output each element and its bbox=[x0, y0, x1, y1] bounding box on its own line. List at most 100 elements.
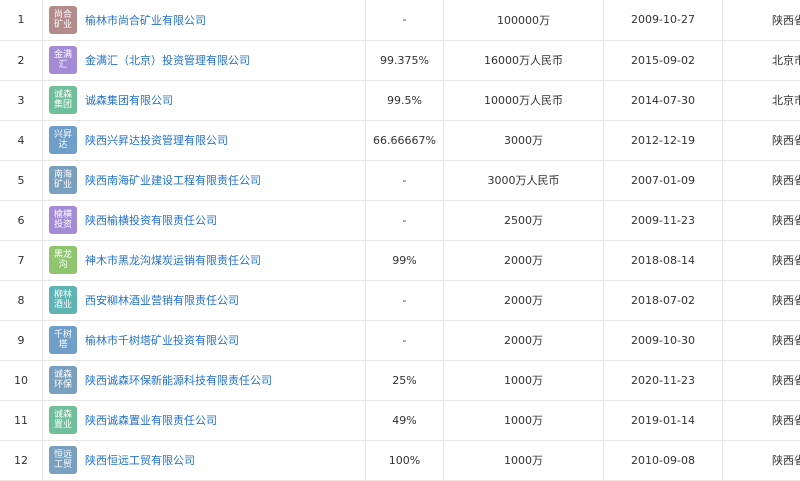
row-index: 7 bbox=[0, 240, 43, 281]
share-ratio: - bbox=[365, 200, 444, 241]
company-name-link[interactable]: 榆林市尚合矿业有限公司 bbox=[85, 12, 206, 28]
company-cell: 黑龙沟 神木市黑龙沟煤炭运销有限责任公司 bbox=[42, 240, 366, 281]
table-body: 1 尚合矿业 榆林市尚合矿业有限公司 - 100000万 2009-10-27 … bbox=[0, 0, 800, 481]
established-date: 2018-07-02 bbox=[603, 280, 723, 321]
share-ratio: 99.5% bbox=[365, 80, 444, 121]
share-ratio: 99.375% bbox=[365, 40, 444, 81]
company-logo: 诚森集团 bbox=[49, 86, 77, 114]
investment-table: 1 尚合矿业 榆林市尚合矿业有限公司 - 100000万 2009-10-27 … bbox=[0, 0, 800, 481]
company-logo: 恒远工贸 bbox=[49, 446, 77, 474]
company-cell: 金满汇 金满汇（北京）投资管理有限公司 bbox=[42, 40, 366, 81]
registered-capital: 2000万 bbox=[443, 320, 604, 361]
company-logo: 诚森环保 bbox=[49, 366, 77, 394]
share-ratio: 99% bbox=[365, 240, 444, 281]
company-logo: 千树塔 bbox=[49, 326, 77, 354]
company-cell: 千树塔 榆林市千树塔矿业投资有限公司 bbox=[42, 320, 366, 361]
registered-capital: 1000万 bbox=[443, 360, 604, 401]
company-logo: 榆横投资 bbox=[49, 206, 77, 234]
province: 陕西省 bbox=[722, 320, 800, 361]
row-index: 9 bbox=[0, 320, 43, 361]
row-index: 4 bbox=[0, 120, 43, 161]
table-row: 9 千树塔 榆林市千树塔矿业投资有限公司 - 2000万 2009-10-30 … bbox=[0, 320, 800, 361]
share-ratio: - bbox=[365, 320, 444, 361]
company-name-link[interactable]: 神木市黑龙沟煤炭运销有限责任公司 bbox=[85, 252, 261, 268]
company-cell: 尚合矿业 榆林市尚合矿业有限公司 bbox=[42, 0, 366, 41]
company-cell: 诚森置业 陕西诚森置业有限责任公司 bbox=[42, 400, 366, 441]
province: 陕西省 bbox=[722, 280, 800, 321]
registered-capital: 1000万 bbox=[443, 400, 604, 441]
share-ratio: 49% bbox=[365, 400, 444, 441]
company-name-link[interactable]: 陕西诚森置业有限责任公司 bbox=[85, 412, 217, 428]
row-index: 1 bbox=[0, 0, 43, 41]
company-cell: 诚森集团 诚森集团有限公司 bbox=[42, 80, 366, 121]
company-name-link[interactable]: 诚森集团有限公司 bbox=[85, 92, 173, 108]
share-ratio: - bbox=[365, 0, 444, 41]
row-index: 8 bbox=[0, 280, 43, 321]
row-index: 2 bbox=[0, 40, 43, 81]
table-row: 4 兴昇达 陕西兴昇达投资管理有限公司 66.66667% 3000万 2012… bbox=[0, 120, 800, 161]
province: 陕西省 bbox=[722, 400, 800, 441]
share-ratio: 100% bbox=[365, 440, 444, 481]
established-date: 2014-07-30 bbox=[603, 80, 723, 121]
company-name-link[interactable]: 陕西南海矿业建设工程有限责任公司 bbox=[85, 172, 261, 188]
registered-capital: 3000万人民币 bbox=[443, 160, 604, 201]
company-cell: 恒远工贸 陕西恒远工贸有限公司 bbox=[42, 440, 366, 481]
registered-capital: 3000万 bbox=[443, 120, 604, 161]
table-row: 10 诚森环保 陕西诚森环保新能源科技有限责任公司 25% 1000万 2020… bbox=[0, 360, 800, 401]
company-cell: 兴昇达 陕西兴昇达投资管理有限公司 bbox=[42, 120, 366, 161]
registered-capital: 2000万 bbox=[443, 280, 604, 321]
established-date: 2020-11-23 bbox=[603, 360, 723, 401]
company-logo: 黑龙沟 bbox=[49, 246, 77, 274]
province: 陕西省 bbox=[722, 240, 800, 281]
company-name-link[interactable]: 陕西兴昇达投资管理有限公司 bbox=[85, 132, 228, 148]
established-date: 2019-01-14 bbox=[603, 400, 723, 441]
company-logo: 金满汇 bbox=[49, 46, 77, 74]
company-name-link[interactable]: 金满汇（北京）投资管理有限公司 bbox=[85, 52, 250, 68]
company-cell: 柳林酒业 西安柳林酒业营销有限责任公司 bbox=[42, 280, 366, 321]
province: 北京市 bbox=[722, 80, 800, 121]
province: 陕西省 bbox=[722, 200, 800, 241]
table-row: 1 尚合矿业 榆林市尚合矿业有限公司 - 100000万 2009-10-27 … bbox=[0, 0, 800, 41]
table-row: 11 诚森置业 陕西诚森置业有限责任公司 49% 1000万 2019-01-1… bbox=[0, 400, 800, 441]
table-row: 3 诚森集团 诚森集团有限公司 99.5% 10000万人民币 2014-07-… bbox=[0, 80, 800, 121]
province: 陕西省 bbox=[722, 440, 800, 481]
table-row: 5 南海矿业 陕西南海矿业建设工程有限责任公司 - 3000万人民币 2007-… bbox=[0, 160, 800, 201]
share-ratio: - bbox=[365, 280, 444, 321]
row-index: 11 bbox=[0, 400, 43, 441]
share-ratio: - bbox=[365, 160, 444, 201]
row-index: 12 bbox=[0, 440, 43, 481]
row-index: 3 bbox=[0, 80, 43, 121]
established-date: 2009-10-30 bbox=[603, 320, 723, 361]
company-name-link[interactable]: 西安柳林酒业营销有限责任公司 bbox=[85, 292, 239, 308]
share-ratio: 25% bbox=[365, 360, 444, 401]
company-name-link[interactable]: 陕西恒远工贸有限公司 bbox=[85, 452, 195, 468]
registered-capital: 2500万 bbox=[443, 200, 604, 241]
province: 陕西省 bbox=[722, 0, 800, 41]
established-date: 2009-11-23 bbox=[603, 200, 723, 241]
established-date: 2009-10-27 bbox=[603, 0, 723, 41]
share-ratio: 66.66667% bbox=[365, 120, 444, 161]
company-logo: 南海矿业 bbox=[49, 166, 77, 194]
established-date: 2018-08-14 bbox=[603, 240, 723, 281]
province: 陕西省 bbox=[722, 160, 800, 201]
established-date: 2010-09-08 bbox=[603, 440, 723, 481]
registered-capital: 2000万 bbox=[443, 240, 604, 281]
registered-capital: 100000万 bbox=[443, 0, 604, 41]
registered-capital: 1000万 bbox=[443, 440, 604, 481]
table-row: 7 黑龙沟 神木市黑龙沟煤炭运销有限责任公司 99% 2000万 2018-08… bbox=[0, 240, 800, 281]
company-name-link[interactable]: 榆林市千树塔矿业投资有限公司 bbox=[85, 332, 239, 348]
established-date: 2012-12-19 bbox=[603, 120, 723, 161]
row-index: 5 bbox=[0, 160, 43, 201]
table-row: 2 金满汇 金满汇（北京）投资管理有限公司 99.375% 16000万人民币 … bbox=[0, 40, 800, 81]
company-cell: 诚森环保 陕西诚森环保新能源科技有限责任公司 bbox=[42, 360, 366, 401]
established-date: 2015-09-02 bbox=[603, 40, 723, 81]
table-row: 8 柳林酒业 西安柳林酒业营销有限责任公司 - 2000万 2018-07-02… bbox=[0, 280, 800, 321]
company-cell: 南海矿业 陕西南海矿业建设工程有限责任公司 bbox=[42, 160, 366, 201]
province: 北京市 bbox=[722, 40, 800, 81]
established-date: 2007-01-09 bbox=[603, 160, 723, 201]
company-cell: 榆横投资 陕西榆横投资有限责任公司 bbox=[42, 200, 366, 241]
company-name-link[interactable]: 陕西诚森环保新能源科技有限责任公司 bbox=[85, 372, 272, 388]
company-logo: 柳林酒业 bbox=[49, 286, 77, 314]
company-name-link[interactable]: 陕西榆横投资有限责任公司 bbox=[85, 212, 217, 228]
company-logo: 诚森置业 bbox=[49, 406, 77, 434]
